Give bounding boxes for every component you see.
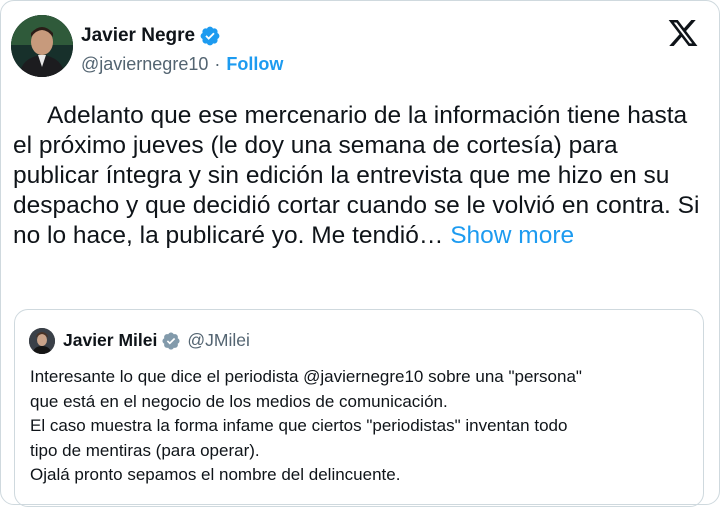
quoted-text-line: Interesante lo que dice el periodista @j… — [30, 367, 582, 386]
tweet-card: Javier Negre @javiernegre10 · Follow Ade… — [0, 0, 720, 507]
show-more-link[interactable]: Show more — [450, 222, 574, 249]
tweet-body: Adelanto que ese mercenario de la inform… — [13, 101, 703, 251]
quoted-avatar-photo — [29, 328, 55, 354]
tweet-text: Adelanto que ese mercenario de la inform… — [13, 102, 700, 249]
quoted-verified-badge-icon — [161, 331, 181, 351]
quoted-header: Javier Milei @JMilei — [63, 330, 250, 351]
author-handle[interactable]: @javiernegre10 — [81, 54, 208, 75]
quoted-author-handle[interactable]: @JMilei — [187, 330, 250, 351]
quoted-author-avatar[interactable] — [29, 328, 55, 354]
verified-badge-icon — [199, 25, 221, 47]
x-logo-icon[interactable] — [667, 17, 699, 49]
author-name[interactable]: Javier Negre — [81, 25, 195, 47]
author-block: Javier Negre @javiernegre10 · Follow — [81, 23, 283, 75]
quoted-text-line: que está en el negocio de los medios de … — [30, 391, 448, 411]
quoted-text-line: tipo de mentiras (para operar). — [30, 440, 260, 460]
quoted-tweet[interactable]: Javier Milei @JMilei Interesante lo que … — [14, 309, 704, 507]
handle-separator: · — [214, 54, 221, 74]
quoted-text-line: El caso muestra la forma infame que cier… — [30, 416, 568, 435]
follow-button[interactable]: Follow — [226, 54, 283, 75]
author-avatar[interactable] — [11, 15, 73, 77]
avatar-photo — [11, 15, 73, 77]
quoted-text-line: Ojalá pronto sepamos el nombre del delin… — [30, 465, 401, 484]
quoted-tweet-text: Interesante lo que dice el periodista @j… — [30, 365, 695, 488]
quoted-author-name[interactable]: Javier Milei — [63, 330, 157, 351]
